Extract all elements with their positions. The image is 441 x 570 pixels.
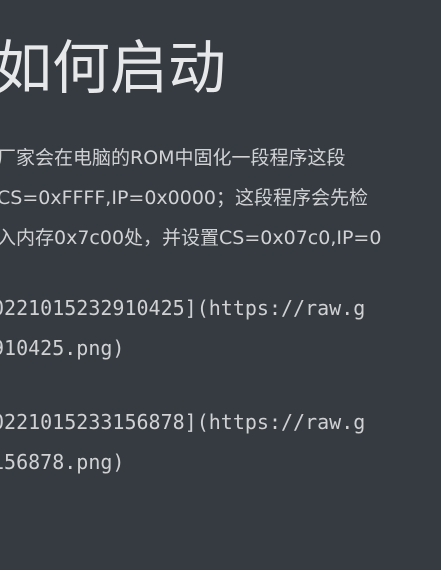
paragraph-line-1: 厂家会在电脑的ROM中固化一段程序这段 — [0, 147, 346, 169]
image-link-1-line-1[interactable]: 0221015232910425](https://raw.g — [0, 295, 365, 321]
image-link-2-line-1[interactable]: 0221015233156878](https://raw.g — [0, 409, 365, 435]
paragraph-line-2: CS=0xFFFF,IP=0x0000；这段程序会先检 — [0, 187, 369, 209]
section-heading: 如何启动 — [0, 34, 227, 102]
paragraph-line-3: 入内存0x7c00处，并设置CS=0x07c0,IP=0 — [0, 227, 382, 249]
image-link-1-line-2[interactable]: 910425.png) — [0, 335, 124, 361]
markdown-editor[interactable]: 如何启动 厂家会在电脑的ROM中固化一段程序这段 CS=0xFFFF,IP=0x… — [0, 0, 441, 570]
image-link-2-line-2[interactable]: 156878.png) — [0, 449, 124, 475]
